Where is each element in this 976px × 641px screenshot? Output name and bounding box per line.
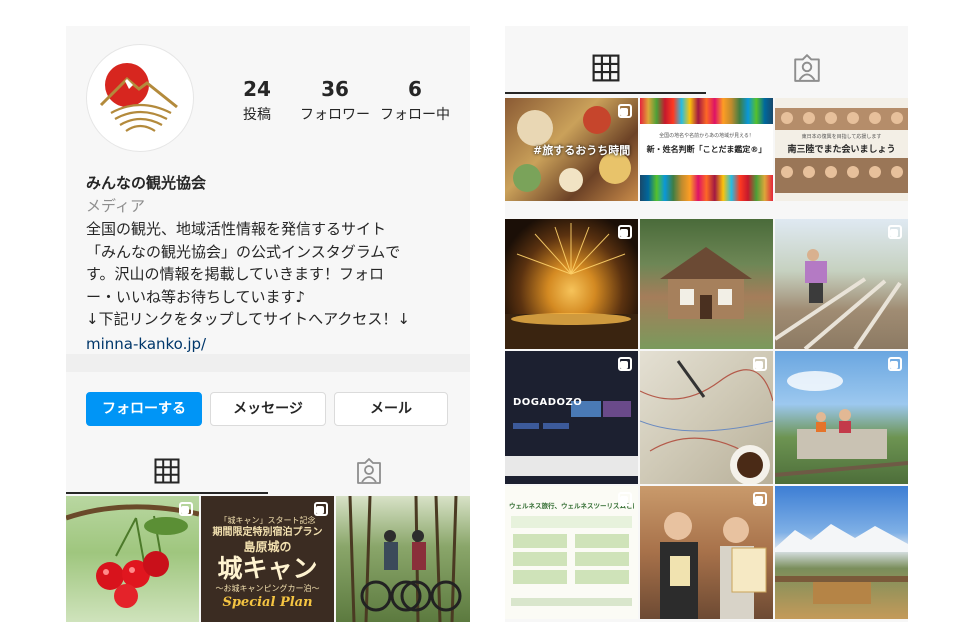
tab-tagged[interactable] bbox=[706, 44, 907, 92]
post-thumbnail[interactable] bbox=[336, 496, 470, 622]
profile-name: みんなの観光協会 bbox=[86, 174, 207, 192]
sanriku-caption: 南三陸でまた会いましょう bbox=[787, 145, 896, 155]
post-thumbnail[interactable] bbox=[640, 219, 773, 349]
multiple-photos-icon bbox=[314, 502, 328, 516]
profile-panel: 24 投稿 36 フォロワー 6 フォロー中 みんなの観光協会 メディア 全国の… bbox=[66, 26, 470, 622]
castle-plan-mid-text: 期間限定特別宿泊プラン bbox=[212, 527, 323, 538]
forest-cyclists-photo bbox=[348, 496, 462, 622]
follow-button[interactable]: フォローする bbox=[86, 392, 202, 426]
mountain-view-photo bbox=[775, 524, 908, 604]
castle-plan-place-text: 島原城の bbox=[243, 540, 292, 554]
castle-plan-top-text: 「城キャン」スタート記念 bbox=[219, 516, 316, 525]
post-thumbnail[interactable]: ウェルネス旅行、ウェルネスツーリズムとは？ bbox=[505, 486, 638, 619]
mount-fuji-logo-icon bbox=[99, 63, 178, 132]
bio-line: ↓下記リンクをタップしてサイトへアクセス！↓ bbox=[86, 310, 410, 328]
bio-line: 全国の観光、地域活性情報を発信するサイト bbox=[86, 220, 387, 238]
left-post-grid: 「城キャン」スタート記念 期間限定特別宿泊プラン 島原城の 城キャン 〜お城キャ… bbox=[66, 496, 470, 622]
multiple-photos-icon bbox=[753, 492, 767, 506]
grid-icon bbox=[592, 54, 619, 82]
followers-count: 36 bbox=[321, 77, 349, 101]
profile-grid-panel: #旅するおうち時間 全国の地名や名前からあの地域が見える！ 新・姓名判断「ことだ… bbox=[505, 26, 908, 622]
profile-category: メディア bbox=[86, 197, 145, 215]
railway-bike-photo bbox=[775, 371, 908, 477]
post-thumbnail[interactable]: 全国の地名や名前からあの地域が見える！ 新・姓名判断「ことだま鑑定®」 bbox=[640, 98, 773, 201]
tagged-person-icon bbox=[793, 54, 820, 82]
active-tab-indicator bbox=[66, 492, 268, 494]
multiple-photos-icon bbox=[618, 492, 632, 506]
sdg-caption: 新・姓名判断「ことだま鑑定®」 bbox=[646, 145, 767, 154]
email-button[interactable]: メール bbox=[334, 392, 448, 426]
multiple-photos-icon bbox=[888, 225, 902, 239]
posts-label: 投稿 bbox=[243, 107, 271, 123]
tab-posts-grid[interactable] bbox=[505, 44, 706, 92]
grid-icon bbox=[154, 458, 180, 484]
shop-owners-photo bbox=[660, 512, 767, 619]
posts-count: 24 bbox=[243, 77, 271, 101]
dogadozo-website-screenshot bbox=[505, 401, 638, 476]
post-thumbnail[interactable] bbox=[775, 219, 908, 349]
post-thumbnail[interactable]: #旅するおうち時間 bbox=[505, 98, 638, 201]
post-thumbnail[interactable]: 「城キャン」スタート記念 期間限定特別宿泊プラン 島原城の 城キャン 〜お城キャ… bbox=[201, 496, 334, 622]
tab-tagged[interactable] bbox=[268, 448, 470, 494]
sdg-color-strip bbox=[640, 98, 773, 124]
post-thumbnail[interactable]: 東日本の復興を目指して応援します 南三陸でまた会いましょう bbox=[775, 98, 908, 201]
dogadozo-logo: DOGADOZO bbox=[513, 397, 583, 408]
message-button[interactable]: メッセージ bbox=[210, 392, 326, 426]
profile-tabs bbox=[66, 448, 470, 494]
following-count: 6 bbox=[408, 77, 422, 101]
wellness-title: ウェルネス旅行、ウェルネスツーリズムとは？ bbox=[509, 502, 634, 510]
profile-website-link[interactable]: minna-kanko.jp/ bbox=[86, 332, 466, 356]
followers-stat[interactable]: 36 フォロワー bbox=[298, 78, 372, 124]
multiple-photos-icon bbox=[888, 357, 902, 371]
post-thumbnail[interactable] bbox=[775, 486, 908, 619]
active-tab-indicator bbox=[505, 92, 706, 94]
fireworks-photo bbox=[505, 223, 638, 349]
profile-tabs bbox=[505, 44, 908, 94]
castle-plan-sub-text: 〜お城キャンピングカー泊〜 bbox=[215, 584, 320, 593]
post-thumbnail[interactable] bbox=[775, 351, 908, 484]
post-thumbnail[interactable] bbox=[640, 351, 773, 484]
bio-line: ー・いいね等お待ちしています♪ bbox=[86, 287, 306, 306]
sanriku-small-text: 東日本の復興を目指して応援します bbox=[801, 134, 882, 140]
castle-plan-big-text: 城キャン bbox=[217, 554, 318, 583]
post-thumbnail[interactable] bbox=[640, 486, 773, 619]
divider bbox=[66, 354, 470, 372]
multiple-photos-icon bbox=[179, 502, 193, 516]
post-thumbnail[interactable]: DOGADOZO bbox=[505, 351, 638, 484]
profile-avatar[interactable] bbox=[86, 44, 194, 152]
multiple-photos-icon bbox=[618, 357, 632, 371]
followers-label: フォロワー bbox=[300, 107, 370, 123]
posts-stat[interactable]: 24 投稿 bbox=[232, 78, 282, 124]
castle-plan-special-text: Special Plan bbox=[222, 595, 313, 610]
multiple-photos-icon bbox=[618, 225, 632, 239]
farm-work-photo bbox=[775, 249, 902, 349]
tab-posts-grid[interactable] bbox=[66, 448, 268, 494]
log-house-photo bbox=[660, 247, 752, 319]
post-thumbnail[interactable] bbox=[66, 496, 199, 622]
bio-line: す。沢山の情報を掲載していきます！フォロ bbox=[86, 265, 385, 283]
map-coffee-photo bbox=[640, 360, 773, 484]
sdg-small-text: 全国の地名や名前からあの地域が見える！ bbox=[659, 133, 754, 139]
sdg-color-strip bbox=[640, 175, 773, 201]
profile-bio: みんなの観光協会 メディア 全国の観光、地域活性情報を発信するサイト 「みんなの… bbox=[86, 172, 466, 356]
travel-home-caption: #旅するおうち時間 bbox=[533, 144, 631, 157]
post-thumbnail[interactable] bbox=[505, 219, 638, 349]
tagged-person-icon bbox=[357, 458, 381, 484]
following-stat[interactable]: 6 フォロー中 bbox=[378, 78, 452, 124]
following-label: フォロー中 bbox=[380, 107, 450, 123]
bio-line: 「みんなの観光協会」の公式インスタグラムで bbox=[86, 242, 401, 261]
multiple-photos-icon bbox=[753, 357, 767, 371]
multiple-photos-icon bbox=[618, 104, 632, 118]
